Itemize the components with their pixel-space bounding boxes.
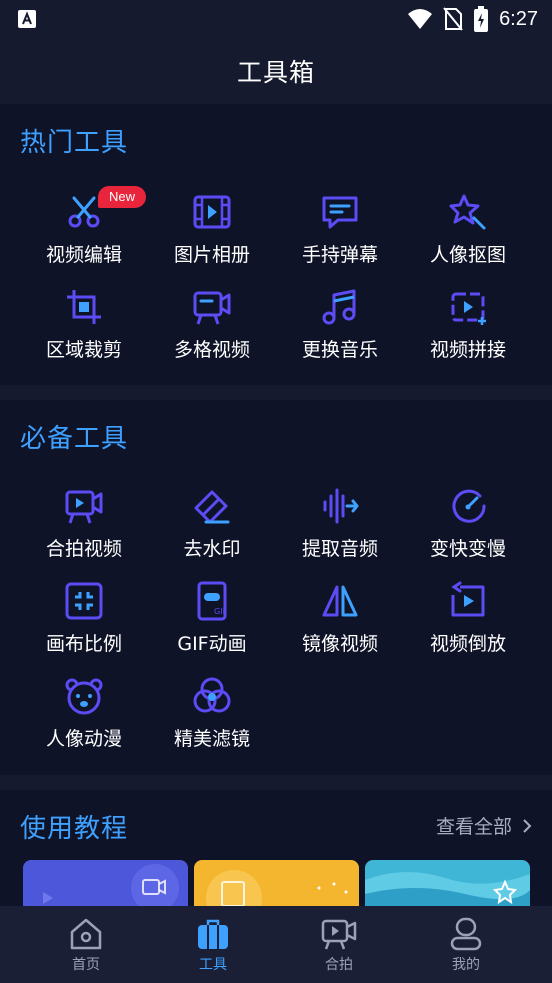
bottom-tab-bar: 首页 工具 合拍 我的 [0, 906, 552, 983]
tool-label: 图片相册 [173, 244, 250, 266]
music-note-icon [322, 289, 356, 325]
tutorial-card[interactable] [23, 860, 188, 906]
tutorial-card[interactable] [365, 860, 530, 906]
tool-video-edit[interactable]: New 视频编辑 [20, 186, 148, 284]
tab-label: 我的 [452, 957, 480, 973]
tool-gif[interactable]: GIF GIF动画 [148, 581, 276, 673]
tool-label: 画布比例 [45, 633, 122, 655]
tool-danmaku[interactable]: 手持弹幕 [276, 192, 404, 284]
tab-label: 首页 [72, 957, 100, 973]
tutorials-header: 使用教程 查看全部 [0, 790, 552, 860]
film-strip-icon [193, 195, 231, 229]
video-camera-icon [193, 291, 231, 325]
status-bar: 6:27 [0, 0, 552, 38]
essential-tools-section: 必备工具 合拍视频 去水印 提取音频 变快变慢 画布比例 GIF GIF动画 镜… [0, 400, 552, 775]
tool-photo-album[interactable]: 图片相册 [148, 192, 276, 284]
tool-label: 变快变慢 [429, 538, 506, 560]
tutorial-thumbnail [365, 872, 530, 906]
tab-duet[interactable]: 合拍 [275, 906, 403, 983]
tool-label: 镜像视频 [301, 633, 378, 655]
no-sim-icon [443, 7, 463, 31]
tool-label: 手持弹幕 [301, 244, 378, 266]
tool-label: 精美滤镜 [173, 728, 250, 750]
tool-change-music[interactable]: 更换音乐 [276, 287, 404, 379]
tool-remove-watermark[interactable]: 去水印 [148, 486, 276, 578]
aspect-ratio-icon [65, 582, 103, 620]
eraser-icon [194, 490, 230, 524]
tool-portrait-cutout[interactable]: 人像抠图 [404, 192, 532, 284]
page-title: 工具箱 [236, 58, 315, 87]
new-badge: New [98, 186, 146, 208]
tab-home[interactable]: 首页 [22, 906, 150, 983]
tab-label: 合拍 [325, 957, 353, 973]
tool-canvas-ratio[interactable]: 画布比例 [20, 581, 148, 673]
tool-region-crop[interactable]: 区域裁剪 [20, 287, 148, 379]
tool-video-merge[interactable]: 视频拼接 [404, 287, 532, 379]
tool-label: 去水印 [183, 538, 241, 560]
tutorial-thumbnail [43, 864, 179, 906]
audio-wave-icon [323, 488, 359, 524]
profile-icon [450, 917, 482, 951]
tool-label: 视频拼接 [429, 339, 506, 361]
tool-duet-video[interactable]: 合拍视频 [20, 486, 148, 578]
tool-speed-change[interactable]: 变快变慢 [404, 486, 532, 578]
tutorial-cards [0, 860, 552, 906]
tool-label: 人像抠图 [429, 244, 506, 266]
section-title: 热门工具 [20, 128, 129, 158]
title-bar: 工具箱 [0, 38, 552, 104]
tool-label: 区域裁剪 [45, 339, 122, 361]
duet-camera-icon [65, 490, 103, 524]
hot-tools-section: 热门工具 New 视频编辑 图片相册 手持弹幕 人像抠图 区域裁剪 多格视频 更… [0, 104, 552, 385]
tool-label: 视频倒放 [429, 633, 506, 655]
tool-label: 提取音频 [301, 538, 378, 560]
reverse-play-icon [451, 581, 485, 617]
tool-label: GIF动画 [177, 633, 247, 655]
tool-multi-grid-video[interactable]: 多格视频 [148, 287, 276, 379]
toolbox-icon [198, 919, 228, 949]
star-wand-icon [449, 194, 486, 230]
tool-mirror-video[interactable]: 镜像视频 [276, 581, 404, 673]
mirror-icon [322, 585, 358, 617]
tool-filters[interactable]: 精美滤镜 [148, 676, 276, 768]
speed-gauge-icon [452, 489, 486, 523]
chat-bubble-icon [322, 196, 358, 229]
tab-tools[interactable]: 工具 [149, 906, 277, 983]
video-merge-icon [451, 292, 486, 325]
tool-label: 视频编辑 [45, 244, 122, 266]
section-title: 使用教程 [20, 814, 129, 844]
home-icon [70, 918, 102, 950]
camera-tab-icon [321, 919, 357, 950]
tab-label: 工具 [199, 957, 227, 973]
tool-reverse-video[interactable]: 视频倒放 [404, 581, 532, 673]
bear-face-icon [65, 678, 103, 715]
tab-profile[interactable]: 我的 [402, 906, 530, 983]
view-all-link[interactable]: 查看全部 [436, 812, 532, 839]
view-all-label: 查看全部 [435, 816, 512, 838]
svg-text:GIF: GIF [214, 607, 228, 616]
tutorial-thumbnail [206, 870, 348, 906]
section-title: 必备工具 [20, 424, 129, 454]
tool-label: 人像动漫 [45, 728, 122, 750]
tutorial-card[interactable] [194, 860, 359, 906]
gif-icon: GIF [197, 581, 228, 621]
tool-portrait-anime[interactable]: 人像动漫 [20, 676, 148, 768]
app-notification-icon [18, 10, 36, 28]
tool-label: 多格视频 [173, 339, 250, 361]
crop-icon [67, 290, 101, 324]
chevron-right-icon [523, 818, 532, 833]
tool-label: 合拍视频 [45, 538, 122, 560]
wifi-icon [408, 9, 433, 29]
status-time: 6:27 [499, 7, 538, 30]
battery-icon [474, 6, 489, 32]
tool-extract-audio[interactable]: 提取音频 [276, 486, 404, 578]
tool-label: 更换音乐 [301, 339, 378, 361]
filter-circles-icon [193, 677, 231, 713]
